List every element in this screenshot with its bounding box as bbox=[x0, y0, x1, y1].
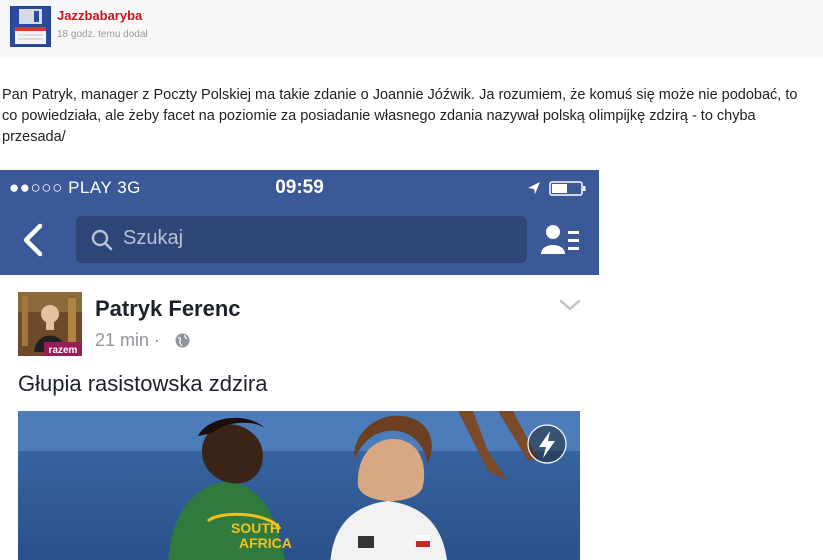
battery-icon bbox=[549, 181, 586, 196]
location-arrow-icon bbox=[528, 182, 540, 194]
post-message: Głupia rasistowska zdzira bbox=[18, 371, 268, 396]
back-chevron-icon[interactable] bbox=[18, 220, 48, 260]
facebook-post-card: razem Patryk Ferenc 21 min · Głupia rasi… bbox=[0, 275, 599, 560]
status-icons bbox=[526, 178, 590, 198]
post-body-text: Pan Patryk, manager z Poczty Polskiej ma… bbox=[2, 87, 798, 145]
author-name-link[interactable]: Jazzbabaryba bbox=[57, 8, 142, 23]
post-author-name[interactable]: Patryk Ferenc bbox=[95, 296, 241, 322]
search-icon bbox=[90, 228, 114, 252]
photo-text-line-2: AFRICA bbox=[239, 535, 292, 551]
post-author-avatar[interactable]: razem bbox=[18, 292, 82, 356]
post-timestamp: 18 godz. temu dodał bbox=[57, 29, 148, 40]
photo-text-line-1: SOUTH bbox=[231, 520, 280, 536]
post-author-bar: Jazzbabaryba 18 godz. temu dodał bbox=[0, 0, 823, 58]
search-input[interactable]: Szukaj bbox=[76, 216, 527, 263]
globe-icon bbox=[175, 333, 190, 348]
embedded-screenshot[interactable]: ●●○○○ PLAY 3G 09:59 Szukaj razem Patryk … bbox=[0, 170, 599, 560]
avatar-badge: razem bbox=[49, 345, 78, 356]
post-time: 21 min · bbox=[95, 330, 161, 350]
search-placeholder: Szukaj bbox=[123, 227, 184, 249]
lightning-icon bbox=[527, 424, 567, 464]
friends-list-icon[interactable] bbox=[540, 222, 582, 258]
facebook-app-header: ●●○○○ PLAY 3G 09:59 Szukaj bbox=[0, 170, 599, 275]
post-photo[interactable]: SOUTH AFRICA bbox=[18, 411, 580, 560]
chevron-down-icon[interactable] bbox=[558, 297, 582, 313]
status-time: 09:59 bbox=[275, 177, 324, 198]
author-avatar[interactable] bbox=[9, 5, 52, 48]
floppy-disk-icon bbox=[9, 5, 52, 48]
